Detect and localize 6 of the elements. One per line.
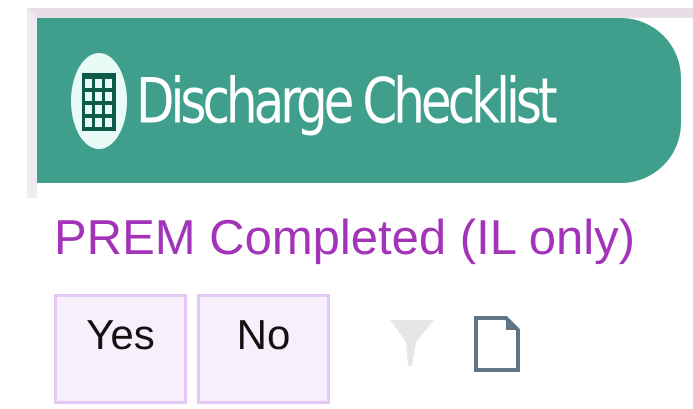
header-title: Discharge Checklist xyxy=(136,64,554,137)
document-icon[interactable] xyxy=(474,316,520,372)
option-button[interactable]: No xyxy=(197,294,330,404)
question-label: PREM Completed (IL only) xyxy=(54,210,635,266)
calculator-icon xyxy=(70,50,128,150)
option-button[interactable]: Yes xyxy=(54,294,187,404)
